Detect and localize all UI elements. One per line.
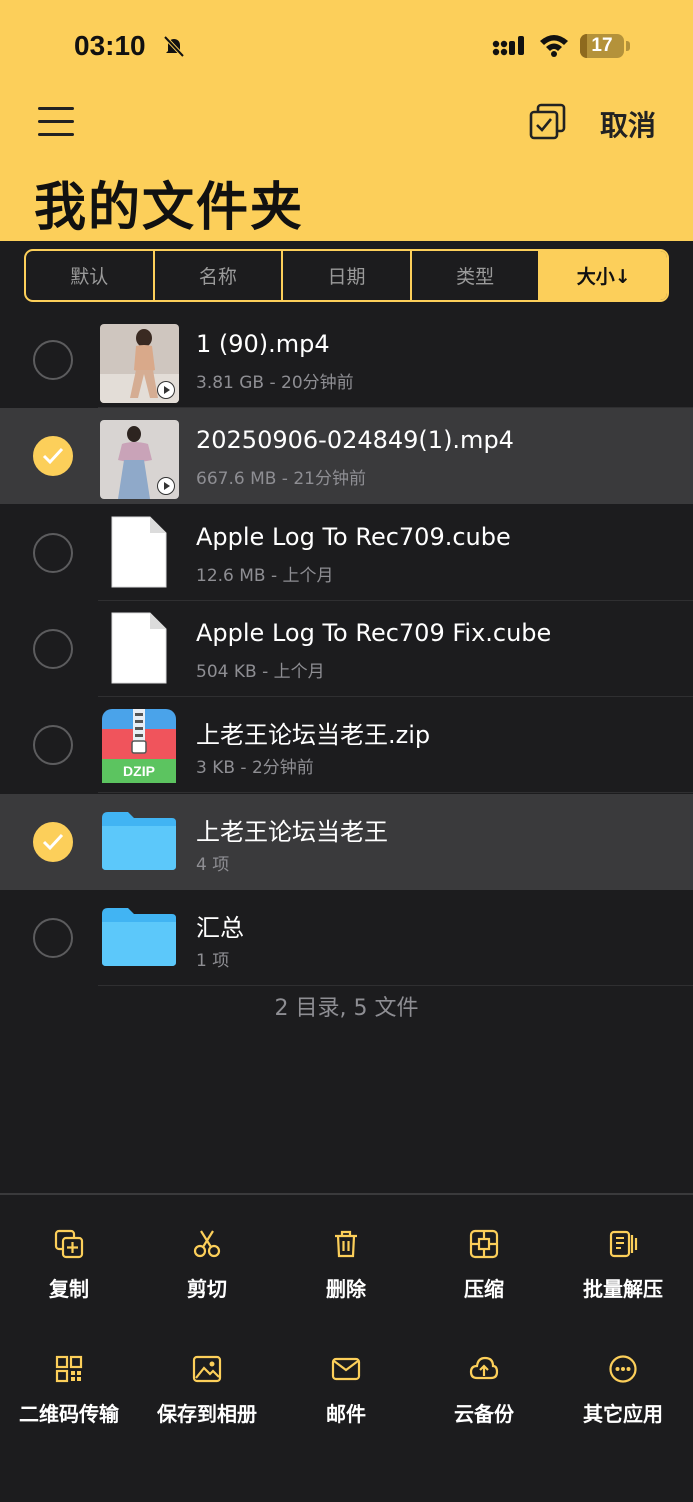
row-checkbox-checked[interactable] bbox=[33, 436, 73, 476]
more-icon bbox=[609, 1355, 637, 1383]
trash-icon bbox=[335, 1230, 357, 1258]
cloud-backup-label: 云备份 bbox=[454, 1402, 514, 1426]
file-name: Apple Log To Rec709.cube bbox=[196, 523, 511, 551]
folder-icon bbox=[102, 908, 176, 966]
file-name: 20250906-024849(1).mp4 bbox=[196, 426, 514, 454]
photo-icon bbox=[192, 1355, 222, 1383]
mail-button[interactable]: 邮件 bbox=[277, 1354, 415, 1427]
action-toolbar: 复制 剪切 删除 压缩 批量解压 二维码传输 保存到相册 邮件 云备份 其它应用 bbox=[0, 1193, 693, 1502]
zip-icon-label: DZIP bbox=[123, 763, 155, 779]
folder-name: 汇总 bbox=[196, 914, 244, 942]
batch-extract-label: 批量解压 bbox=[583, 1277, 663, 1301]
folder-meta: 1 项 bbox=[196, 951, 230, 971]
folder-meta: 4 项 bbox=[196, 855, 230, 875]
file-meta: 504 KB - 上个月 bbox=[196, 662, 325, 682]
save-to-album-label: 保存到相册 bbox=[157, 1402, 257, 1426]
cellular-signal-icon bbox=[492, 36, 524, 56]
battery-tip bbox=[626, 41, 630, 51]
play-icon bbox=[157, 381, 175, 399]
hamburger-line bbox=[38, 133, 74, 136]
row-checkbox-checked[interactable] bbox=[33, 822, 73, 862]
file-row[interactable]: 20250906-024849(1).mp4 667.6 MB - 21分钟前 bbox=[0, 408, 693, 504]
file-meta: 3 KB - 2分钟前 bbox=[196, 758, 314, 778]
row-checkbox[interactable] bbox=[33, 533, 73, 573]
row-divider bbox=[98, 985, 693, 986]
batch-extract-icon bbox=[609, 1230, 638, 1258]
video-thumbnail bbox=[100, 324, 179, 403]
file-meta: 3.81 GB - 20分钟前 bbox=[196, 373, 354, 393]
bell-muted-icon bbox=[163, 35, 185, 58]
video-thumbnail bbox=[100, 420, 179, 499]
cancel-button[interactable]: 取消 bbox=[600, 104, 656, 144]
list-summary: 2 目录, 5 文件 bbox=[274, 996, 419, 1021]
document-icon bbox=[111, 516, 167, 588]
other-apps-label: 其它应用 bbox=[583, 1402, 663, 1426]
file-name: Apple Log To Rec709 Fix.cube bbox=[196, 619, 552, 647]
hamburger-line bbox=[38, 120, 74, 123]
page-title: 我的文件夹 bbox=[34, 178, 305, 238]
sort-tab-name[interactable]: 名称 bbox=[155, 251, 284, 300]
row-checkbox[interactable] bbox=[33, 629, 73, 669]
sort-tab-size[interactable]: 大小↓ bbox=[540, 251, 667, 300]
hamburger-line bbox=[38, 107, 74, 110]
mail-label: 邮件 bbox=[326, 1402, 366, 1426]
scissors-icon bbox=[193, 1230, 221, 1258]
sort-tab-type[interactable]: 类型 bbox=[412, 251, 541, 300]
document-icon bbox=[111, 612, 167, 684]
compress-label: 压缩 bbox=[464, 1277, 504, 1301]
batch-extract-button[interactable]: 批量解压 bbox=[554, 1229, 692, 1302]
compress-button[interactable]: 压缩 bbox=[415, 1229, 553, 1302]
copy-icon bbox=[54, 1229, 84, 1259]
qrcode-transfer-label: 二维码传输 bbox=[19, 1402, 119, 1426]
file-name: 上老王论坛当老王.zip bbox=[196, 721, 431, 749]
file-meta: 12.6 MB - 上个月 bbox=[196, 566, 334, 586]
file-row[interactable]: 1 (90).mp4 3.81 GB - 20分钟前 bbox=[0, 312, 693, 408]
file-meta: 667.6 MB - 21分钟前 bbox=[196, 469, 366, 489]
qrcode-transfer-button[interactable]: 二维码传输 bbox=[0, 1354, 138, 1427]
status-time: 03:10 bbox=[74, 30, 146, 61]
row-checkbox[interactable] bbox=[33, 340, 73, 380]
cloud-upload-icon bbox=[469, 1356, 499, 1380]
row-checkbox[interactable] bbox=[33, 725, 73, 765]
folder-row[interactable]: 上老王论坛当老王 4 项 bbox=[0, 794, 693, 890]
copy-label: 复制 bbox=[49, 1277, 89, 1301]
checkmark-icon bbox=[42, 447, 64, 465]
file-row[interactable]: Apple Log To Rec709.cube 12.6 MB - 上个月 bbox=[0, 505, 693, 601]
file-row[interactable]: DZIP 上老王论坛当老王.zip 3 KB - 2分钟前 bbox=[0, 697, 693, 793]
menu-button[interactable] bbox=[38, 104, 74, 138]
sort-tab-date[interactable]: 日期 bbox=[283, 251, 412, 300]
folder-row[interactable]: 汇总 1 项 bbox=[0, 890, 693, 986]
cloud-backup-button[interactable]: 云备份 bbox=[415, 1354, 553, 1427]
delete-label: 删除 bbox=[326, 1277, 366, 1301]
select-all-icon[interactable] bbox=[528, 102, 568, 142]
mail-icon bbox=[331, 1357, 361, 1381]
checkmark-icon bbox=[42, 833, 64, 851]
sort-segmented-control: 默认 名称 日期 类型 大小↓ bbox=[24, 249, 669, 302]
folder-icon bbox=[102, 812, 176, 870]
cut-label: 剪切 bbox=[187, 1277, 227, 1301]
row-divider bbox=[98, 792, 693, 793]
sort-tab-default[interactable]: 默认 bbox=[26, 251, 155, 300]
row-checkbox[interactable] bbox=[33, 918, 73, 958]
delete-button[interactable]: 删除 bbox=[277, 1229, 415, 1302]
qrcode-icon bbox=[55, 1355, 83, 1383]
compress-icon bbox=[469, 1229, 499, 1259]
other-apps-button[interactable]: 其它应用 bbox=[554, 1354, 692, 1427]
file-row[interactable]: Apple Log To Rec709 Fix.cube 504 KB - 上个… bbox=[0, 601, 693, 697]
folder-name: 上老王论坛当老王 bbox=[196, 818, 388, 846]
wifi-icon bbox=[540, 35, 568, 57]
copy-button[interactable]: 复制 bbox=[0, 1229, 138, 1302]
header: 03:10 17 取消 我的文件夹 bbox=[0, 0, 693, 241]
zip-icon: DZIP bbox=[102, 709, 176, 783]
battery-indicator: 17 bbox=[580, 34, 624, 58]
cut-button[interactable]: 剪切 bbox=[138, 1229, 276, 1302]
battery-level: 17 bbox=[591, 35, 613, 56]
save-to-album-button[interactable]: 保存到相册 bbox=[138, 1354, 276, 1427]
file-name: 1 (90).mp4 bbox=[196, 330, 330, 358]
play-icon bbox=[157, 477, 175, 495]
